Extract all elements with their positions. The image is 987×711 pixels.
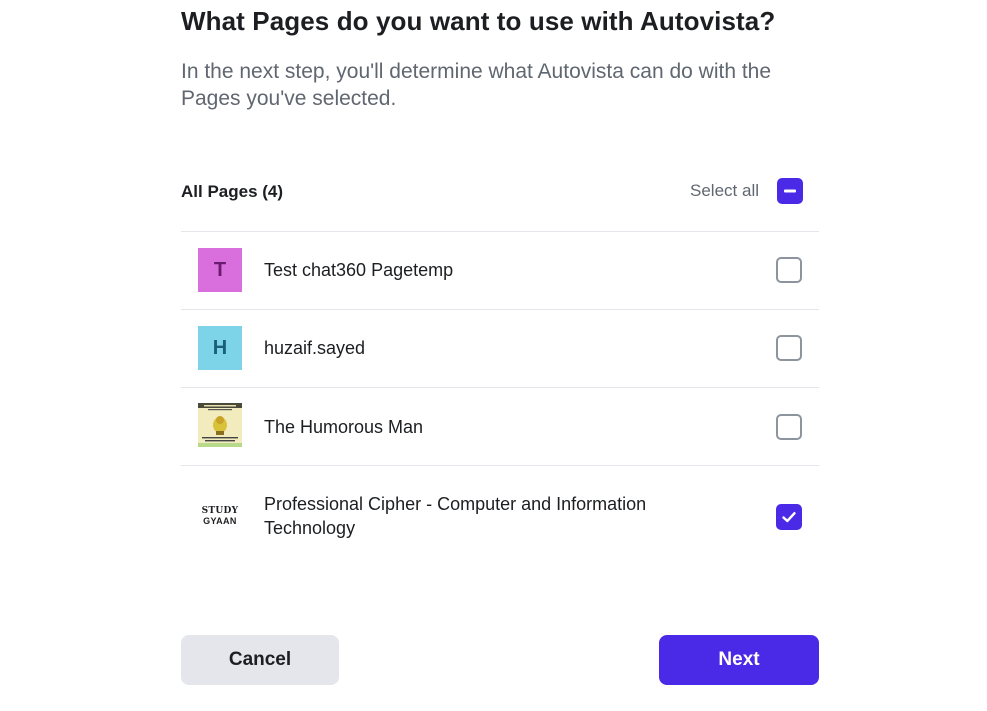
meme-thumbnail-icon (198, 403, 242, 447)
page-row-test-chat360[interactable]: T Test chat360 Pagetemp (181, 232, 819, 309)
logo-text-line1: STUDY (201, 506, 239, 516)
page-name: The Humorous Man (264, 417, 424, 437)
checkmark-icon (782, 512, 796, 523)
page-row-professional-cipher[interactable]: STUDY GYAAN Professional Cipher - Comput… (181, 466, 819, 566)
minus-icon (784, 189, 796, 193)
page-avatar: H (198, 326, 242, 370)
page-checkbox[interactable] (776, 335, 802, 361)
list-header: All Pages (4) Select all (181, 170, 819, 212)
page-checkbox[interactable] (776, 414, 802, 440)
page-checkbox[interactable] (776, 257, 802, 283)
select-all-control[interactable]: Select all (690, 178, 803, 204)
page-avatar-logo: STUDY GYAAN (198, 494, 242, 538)
page-row-huzaif-sayed[interactable]: H huzaif.sayed (181, 310, 819, 387)
logo-text-line2: GYAAN (203, 516, 237, 526)
page-checkbox-checked[interactable] (776, 504, 802, 530)
select-all-checkbox[interactable] (777, 178, 803, 204)
page-name: huzaif.sayed (264, 338, 366, 358)
avatar-letter: H (212, 336, 228, 359)
avatar-letter: T (213, 258, 227, 281)
cancel-button[interactable]: Cancel (181, 635, 339, 685)
page-avatar-image (198, 403, 242, 447)
all-pages-title: All Pages (4) (181, 182, 284, 201)
dialog-subtitle: In the next step, you'll determine what … (181, 60, 772, 110)
select-all-label: Select all (690, 181, 759, 200)
page-row-humorous-man[interactable]: The Humorous Man (181, 388, 819, 465)
next-button[interactable]: Next (659, 635, 819, 685)
page-avatar: T (198, 248, 242, 292)
page-name: Professional Cipher - Computer and Infor… (264, 494, 647, 538)
dialog-title: What Pages do you want to use with Autov… (181, 6, 776, 36)
page-selection-dialog: What Pages do you want to use with Autov… (181, 0, 819, 711)
page-name: Test chat360 Pagetemp (264, 260, 454, 280)
